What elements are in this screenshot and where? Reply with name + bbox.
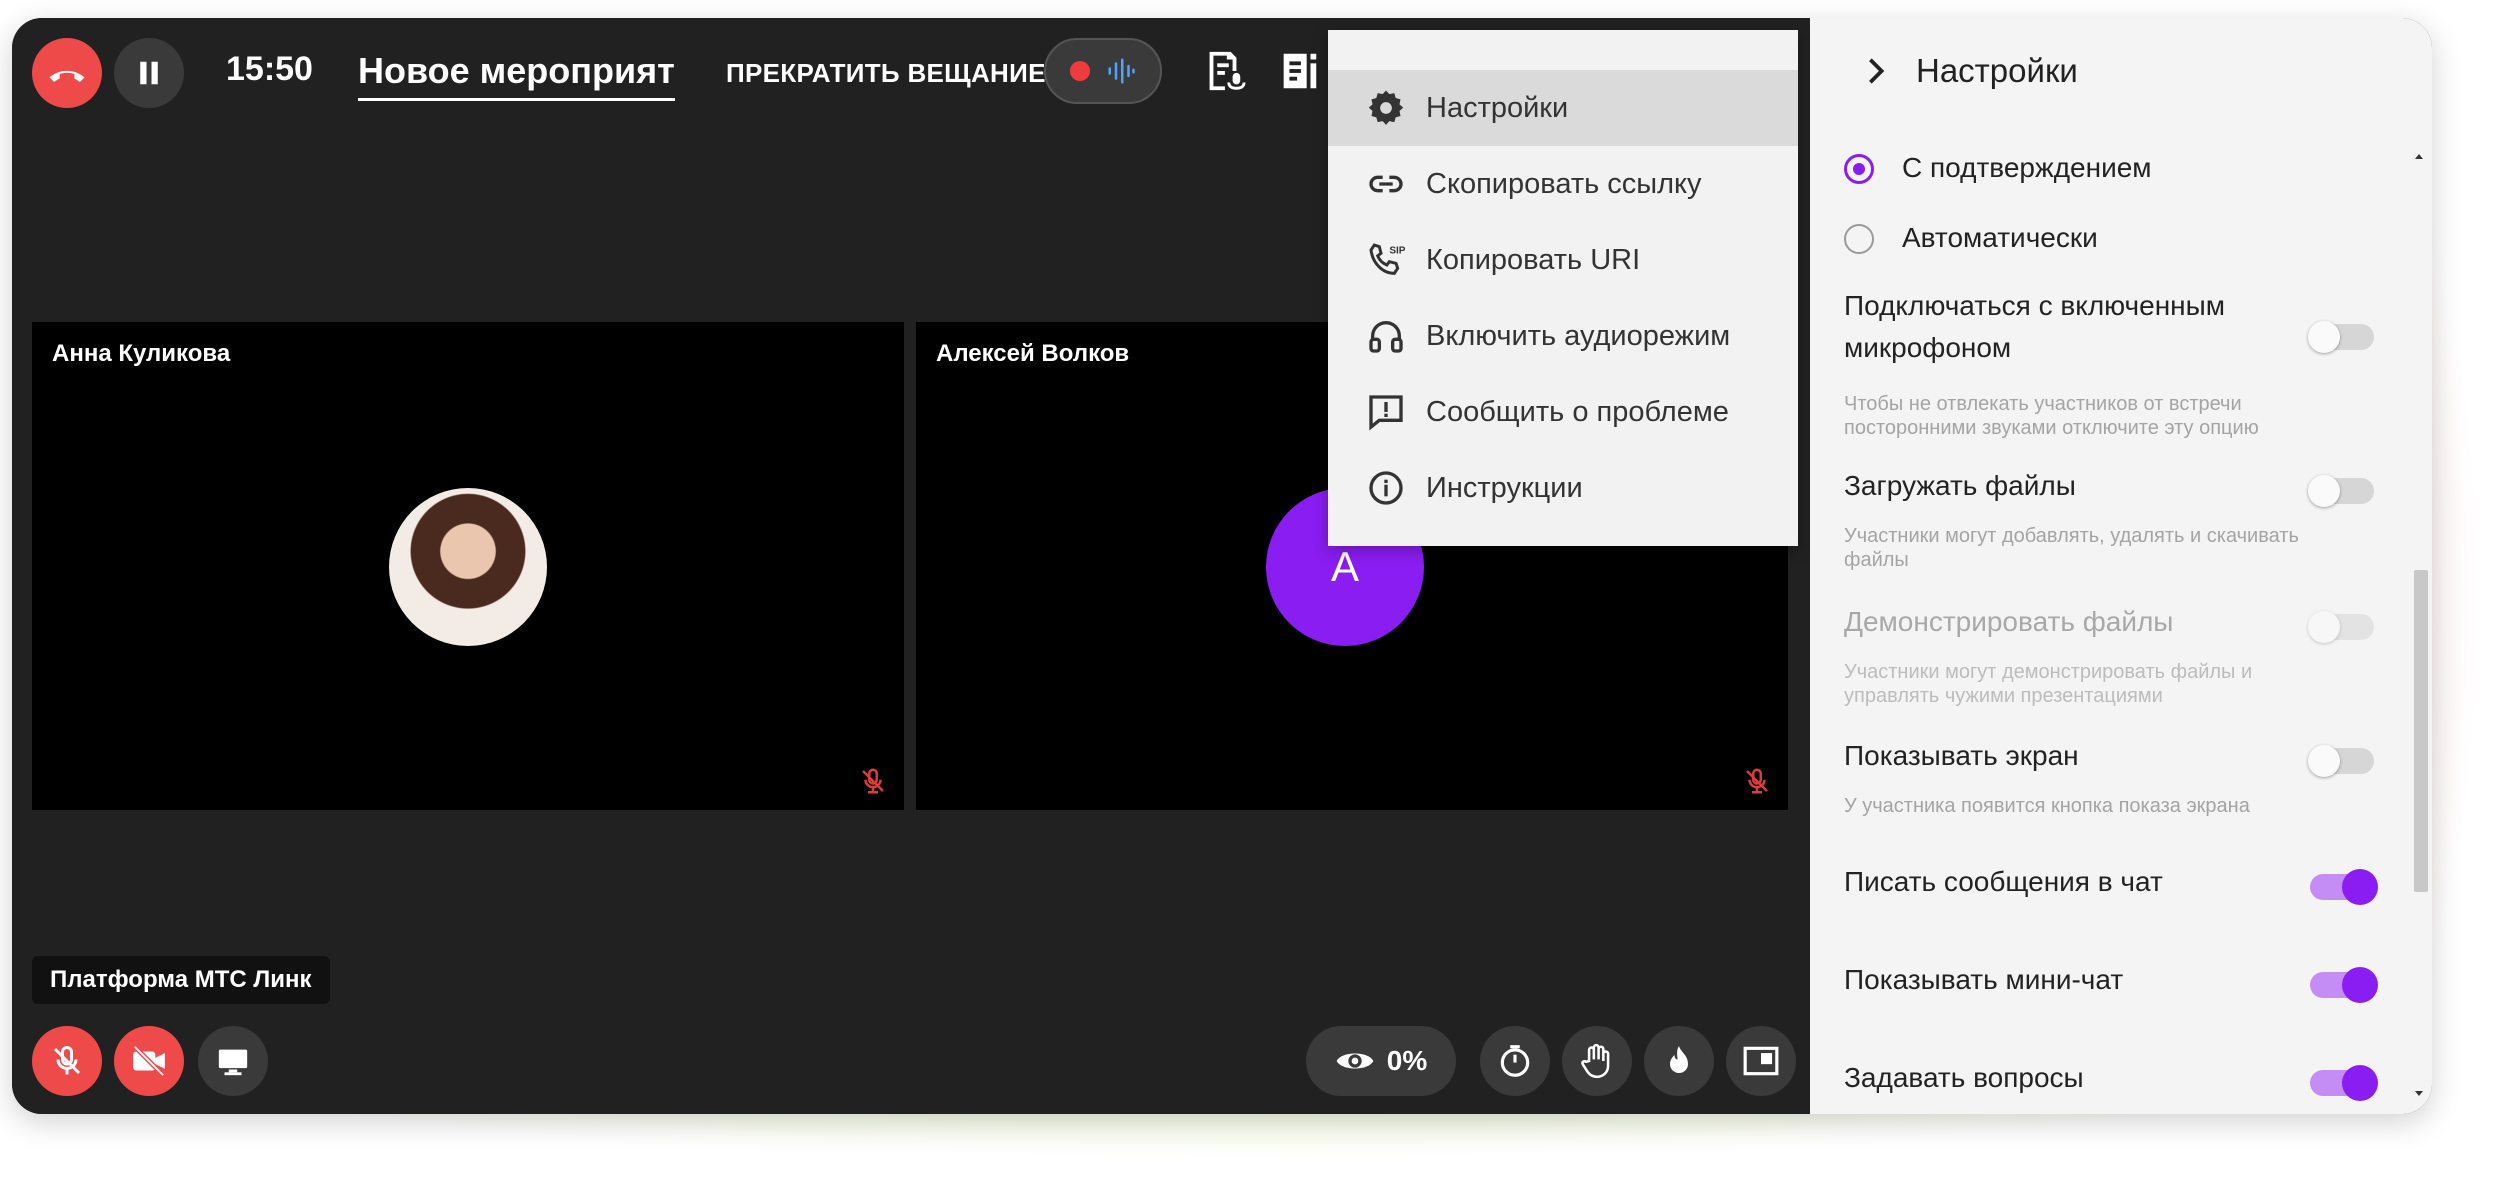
notes-icon[interactable] [1276,48,1322,94]
layout-button[interactable] [1726,1026,1796,1096]
svg-text:SIP: SIP [1389,245,1405,256]
toggle-ask-questions[interactable] [2310,1065,2378,1101]
scroll-down-icon[interactable] [2412,1088,2426,1098]
toggle-demonstrate-files[interactable] [2308,611,2374,643]
setting-hint: Участники могут добавлять, удалять и ска… [1844,525,2299,571]
camera-off-icon [133,1045,165,1077]
participant-name: Алексей Волков [936,340,1130,367]
setting-label: Показывать мини-чат [1844,964,2124,995]
mic-off-icon [862,768,884,794]
setting-label: микрофоном [1844,332,2012,363]
reactions-button[interactable] [1644,1026,1714,1096]
setting-label: Демонстрировать файлы [1844,606,2174,637]
recording-indicator[interactable] [1044,38,1162,104]
stopwatch-icon [1500,1045,1530,1077]
record-dot-icon [1070,61,1090,81]
menu-item-copy-uri[interactable]: SIP Копировать URI [1328,222,1798,298]
menu-item-label: Включить аудиорежим [1426,319,1731,352]
radio-automatic[interactable] [1844,224,1874,254]
raise-hand-button[interactable] [1562,1026,1632,1096]
toggle-show-screen[interactable] [2308,745,2374,777]
viewers-indicator[interactable]: 0% [1306,1026,1456,1096]
mic-toggle-button[interactable] [32,1026,102,1096]
pause-icon [140,61,158,85]
chevron-right-icon[interactable] [1864,56,1888,86]
setting-label: Показывать экран [1844,740,2079,771]
toggle-connect-with-mic[interactable] [2308,321,2374,353]
phone-hangup-icon [49,70,85,82]
info-icon [1369,471,1403,505]
sip-phone-icon: SIP [1369,243,1406,275]
setting-label: Загружать файлы [1844,470,2076,501]
menu-item-label: Сообщить о проблеме [1426,395,1729,428]
eye-icon [1336,1053,1374,1069]
menu-item-copy-link[interactable]: Скопировать ссылку [1328,146,1798,222]
link-icon [1369,175,1403,193]
picture-in-picture-icon [1743,1046,1779,1076]
gear-icon [1368,90,1404,125]
radio-with-confirmation[interactable] [1844,154,1874,184]
settings-scrollbar-thumb[interactable] [2414,570,2428,892]
menu-item-settings[interactable]: Настройки [1328,70,1798,146]
toggle-mini-chat[interactable] [2310,967,2378,1003]
radio-label: С подтверждением [1902,152,2152,183]
avatar [389,488,547,646]
setting-label: Писать сообщения в чат [1844,866,2163,897]
radio-label: Автоматически [1902,222,2098,253]
hang-up-button[interactable] [32,38,102,108]
stop-broadcast-button[interactable]: ПРЕКРАТИТЬ ВЕЩАНИЕ [726,58,1046,89]
menu-item-report-problem[interactable]: Сообщить о проблеме [1328,374,1798,450]
participant-name: Анна Куликова [52,340,231,367]
event-title[interactable]: Новое мероприят [358,50,675,101]
menu-item-label: Скопировать ссылку [1426,167,1702,200]
menu-item-label: Настройки [1426,91,1569,124]
viewers-percent: 0% [1386,1045,1428,1076]
hand-icon [1581,1043,1610,1079]
headphones-icon [1369,321,1403,353]
screen-share-button[interactable] [198,1026,268,1096]
panel-title: Настройки [1916,52,2078,89]
monitor-icon [218,1049,248,1076]
scroll-up-icon[interactable] [2412,152,2426,162]
pause-button[interactable] [114,38,184,108]
setting-label: Подключаться с включенным [1844,290,2226,321]
camera-toggle-button[interactable] [114,1026,184,1096]
mic-off-icon [1746,768,1768,794]
mic-off-icon [53,1046,81,1075]
settings-panel: Настройки С подтверждением Автоматически… [1810,18,2432,1114]
setting-hint: Чтобы не отвлекать участников от встречи… [1844,393,2259,439]
meeting-timer: 15:50 [226,50,313,88]
report-icon [1369,395,1403,431]
setting-hint: Участники могут демонстрировать файлы и … [1844,661,2253,707]
menu-item-instructions[interactable]: Инструкции [1328,450,1798,526]
setting-hint: У участника появится кнопка показа экран… [1844,795,2250,817]
toggle-upload-files[interactable] [2308,475,2374,507]
menu-item-label: Копировать URI [1426,243,1641,276]
toggle-chat-messages[interactable] [2310,869,2378,905]
menu-item-label: Инструкции [1426,471,1583,504]
timer-button[interactable] [1480,1026,1550,1096]
transcript-icon[interactable] [1200,48,1246,94]
flame-icon [1670,1046,1688,1073]
setting-label: Задавать вопросы [1844,1062,2084,1093]
platform-label: Платформа МТС Линк [32,956,330,1004]
participant-tile[interactable]: Анна Куликова [32,322,904,810]
video-stage: 15:50 Новое мероприят ПРЕКРАТИТЬ ВЕЩАНИЕ… [12,18,1810,1114]
menu-item-audio-mode[interactable]: Включить аудиорежим [1328,298,1798,374]
conference-window: 15:50 Новое мероприят ПРЕКРАТИТЬ ВЕЩАНИЕ… [12,18,2432,1114]
audio-wave-icon [1108,58,1135,84]
more-options-menu: Настройки Скопировать ссылку SIP Копиров… [1328,30,1798,546]
